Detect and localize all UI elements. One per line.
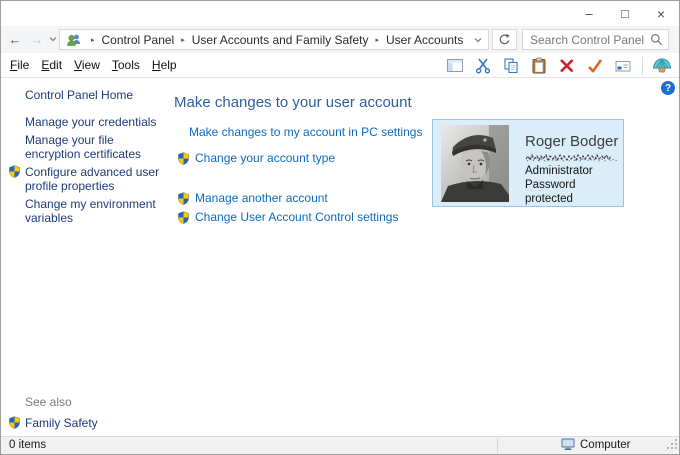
- check-icon[interactable]: [584, 55, 606, 77]
- breadcrumb-separator-icon: ▸: [91, 36, 95, 44]
- status-bar: 0 items Computer: [1, 436, 679, 454]
- user-account-card: Roger Bodger Administrator Password prot…: [432, 119, 624, 207]
- uac-shield-icon: [177, 211, 190, 224]
- items-count: 0 items: [9, 439, 47, 451]
- maximize-button[interactable]: □: [607, 1, 643, 26]
- help-button[interactable]: ?: [661, 81, 675, 95]
- resize-grip[interactable]: [665, 437, 678, 453]
- link-change-uac-settings[interactable]: Change User Account Control settings: [174, 210, 679, 225]
- menu-bar: File Edit View Tools Help: [1, 53, 679, 78]
- uac-shield-icon: [177, 152, 190, 165]
- uac-shield-icon: [8, 165, 21, 181]
- link-label: Change your account type: [195, 151, 336, 165]
- see-also-section: See also Family Safety: [8, 395, 98, 430]
- breadcrumb-item-control-panel[interactable]: Control Panel: [102, 33, 175, 47]
- account-role: Administrator: [525, 165, 593, 177]
- refresh-icon: [499, 33, 510, 45]
- forward-button[interactable]: →: [27, 29, 47, 49]
- minimize-button[interactable]: –: [571, 1, 607, 26]
- cut-icon[interactable]: [472, 55, 494, 77]
- sidebar: Control Panel Home Manage your credentia…: [1, 79, 173, 436]
- recent-locations-chevron-icon[interactable]: [47, 29, 59, 49]
- menu-file[interactable]: File: [4, 55, 35, 75]
- toolbar-separator: [642, 56, 643, 75]
- redacted-email-scribble: [525, 153, 618, 162]
- account-photo: [441, 125, 509, 202]
- paste-icon[interactable]: [528, 55, 550, 77]
- search-input[interactable]: [523, 32, 650, 47]
- sidebar-item-family-safety[interactable]: Family Safety: [8, 416, 98, 430]
- user-accounts-icon: [66, 33, 82, 47]
- computer-icon: [561, 438, 575, 450]
- shell-icon[interactable]: [651, 55, 673, 77]
- account-name: Roger Bodger: [525, 133, 619, 150]
- copy-icon[interactable]: [500, 55, 522, 77]
- sidebar-item-label: Configure advanced user profile properti…: [25, 165, 160, 193]
- link-label: Manage another account: [195, 191, 328, 205]
- search-icon[interactable]: [650, 33, 663, 46]
- sidebar-item-manage-file-encryption-certificates[interactable]: Manage your file encryption certificates: [1, 133, 165, 161]
- sidebar-item-label: Family Safety: [25, 416, 98, 430]
- menu-edit[interactable]: Edit: [35, 55, 68, 75]
- menu-view[interactable]: View: [68, 55, 106, 75]
- sidebar-item-manage-credentials[interactable]: Manage your credentials: [1, 115, 165, 129]
- refresh-button[interactable]: [492, 29, 517, 50]
- address-dropdown-chevron-icon[interactable]: [474, 37, 484, 43]
- menu-tools[interactable]: Tools: [106, 55, 146, 75]
- breadcrumb[interactable]: ▸ Control Panel ▸ User Accounts and Fami…: [59, 29, 489, 50]
- page-title: Make changes to your user account: [174, 94, 412, 111]
- mail-card-icon[interactable]: [612, 55, 634, 77]
- address-bar: ← → ▸ Control Panel ▸ User Accounts and …: [1, 26, 679, 53]
- menu-help[interactable]: Help: [146, 55, 183, 75]
- breadcrumb-item-user-accounts-family-safety[interactable]: User Accounts and Family Safety: [192, 33, 369, 47]
- uac-shield-icon: [8, 416, 21, 432]
- toolbar: [444, 53, 673, 78]
- breadcrumb-separator-icon: ▸: [181, 36, 185, 44]
- delete-icon[interactable]: [556, 55, 578, 77]
- title-bar[interactable]: – □ ×: [1, 1, 679, 26]
- sidebar-item-configure-advanced-user-profile[interactable]: Configure advanced user profile properti…: [1, 165, 165, 193]
- sidebar-item-label: Manage your credentials: [25, 115, 157, 129]
- window-controls: – □ ×: [571, 1, 679, 26]
- link-label: Change User Account Control settings: [195, 210, 399, 224]
- see-also-heading: See also: [25, 395, 72, 409]
- sidebar-item-control-panel-home[interactable]: Control Panel Home: [25, 88, 173, 102]
- close-button[interactable]: ×: [643, 1, 679, 26]
- uac-shield-icon: [177, 192, 190, 205]
- organize-panel-icon[interactable]: [444, 55, 466, 77]
- back-button[interactable]: ←: [5, 29, 25, 49]
- sidebar-item-change-environment-variables[interactable]: Change my environment variables: [1, 197, 165, 225]
- account-password-status: Password protected: [525, 179, 576, 205]
- location-indicator: Computer: [561, 438, 631, 451]
- search-box: [522, 29, 669, 50]
- control-panel-window: – □ × ← → ▸ Control Panel ▸ User Account…: [0, 0, 680, 455]
- breadcrumb-separator-icon: ▸: [375, 36, 380, 44]
- breadcrumb-item-user-accounts[interactable]: User Accounts: [386, 33, 463, 47]
- statusbar-divider: [497, 438, 498, 453]
- sidebar-item-label: Change my environment variables: [25, 197, 156, 225]
- location-label: Computer: [580, 438, 631, 451]
- sidebar-item-label: Manage your file encryption certificates: [25, 133, 142, 161]
